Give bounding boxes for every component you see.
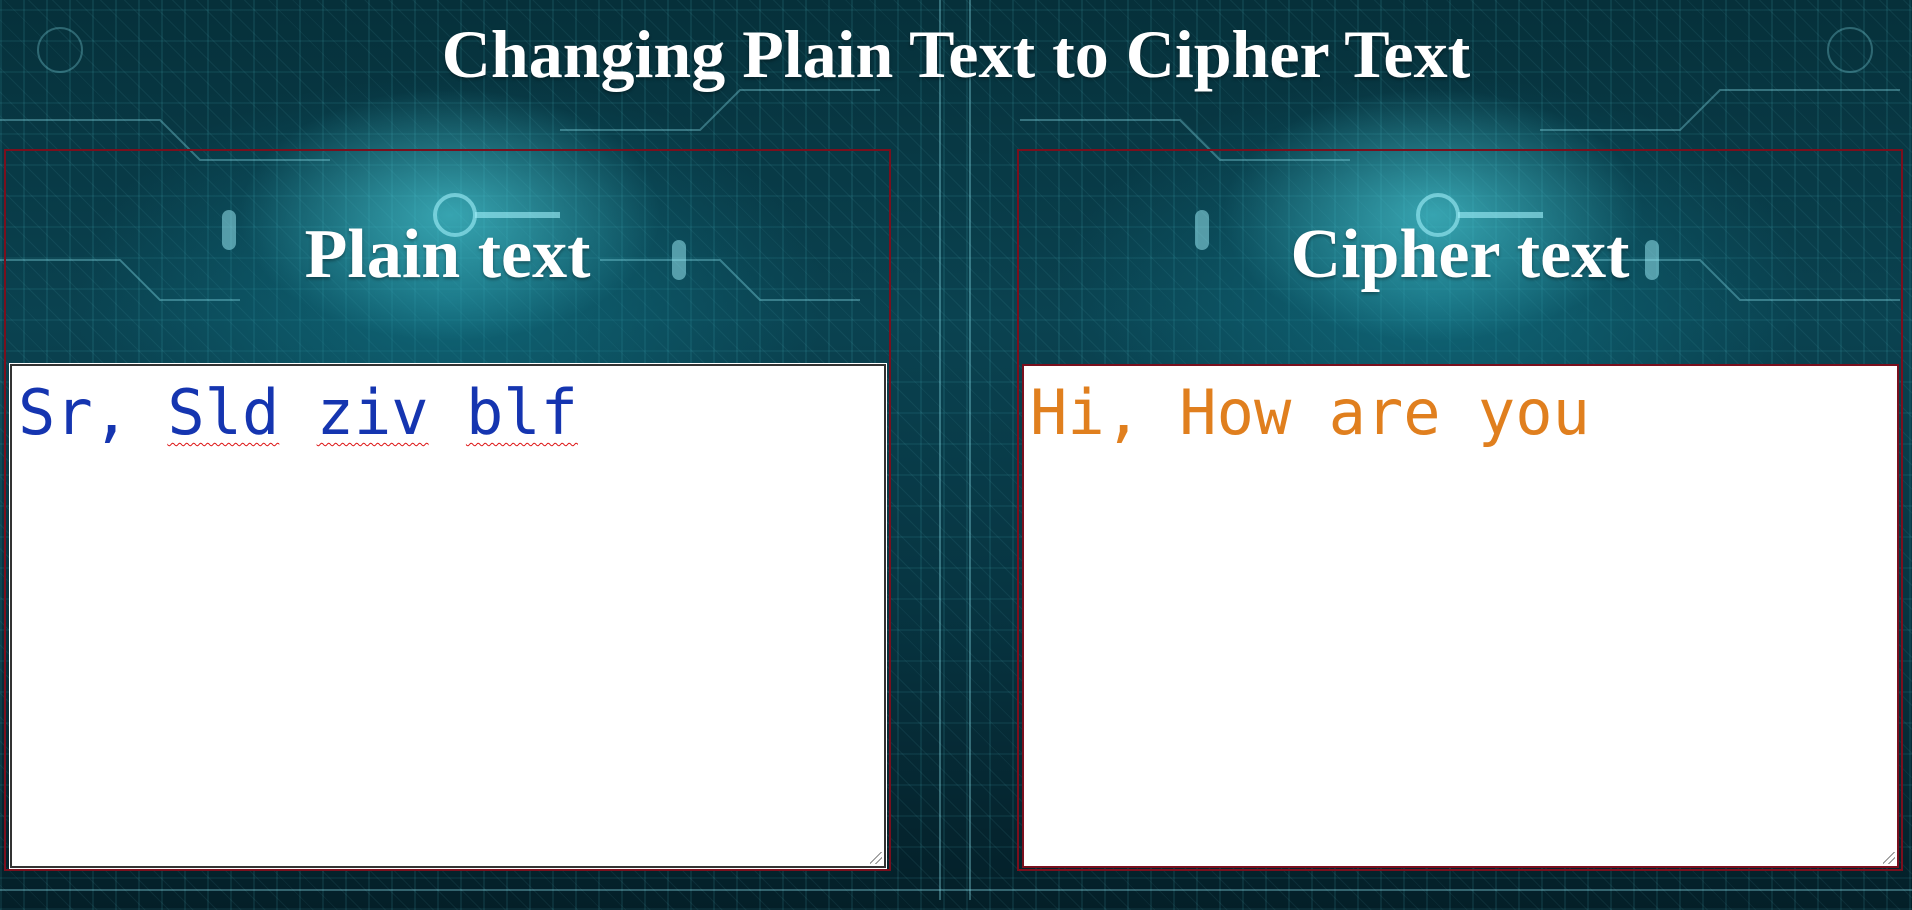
resize-grip-icon[interactable] (1883, 852, 1895, 864)
plain-text-heading: Plain text (304, 216, 591, 293)
page-title: Changing Plain Text to Cipher Text (441, 16, 1471, 92)
plain-text-word: Sr, (18, 376, 168, 449)
cipher-text-output[interactable]: Hi, How are you (1022, 364, 1899, 868)
cipher-text-heading: Cipher text (1290, 216, 1630, 293)
plain-text-input[interactable]: Sr, Sld ziv blf (10, 364, 886, 868)
resize-grip-icon[interactable] (870, 852, 882, 864)
plain-text-misspelled-word: ziv (316, 376, 429, 449)
cipher-text-panel: Cipher text Hi, How are you (1017, 149, 1903, 871)
cipher-text-value: Hi, How are you (1030, 376, 1590, 449)
plain-text-space (279, 376, 316, 449)
plain-text-space (429, 376, 466, 449)
plain-text-misspelled-word: blf (465, 376, 578, 449)
plain-text-misspelled-word: Sld (167, 376, 280, 449)
plain-text-panel: Plain text Sr, Sld ziv blf (4, 149, 891, 871)
